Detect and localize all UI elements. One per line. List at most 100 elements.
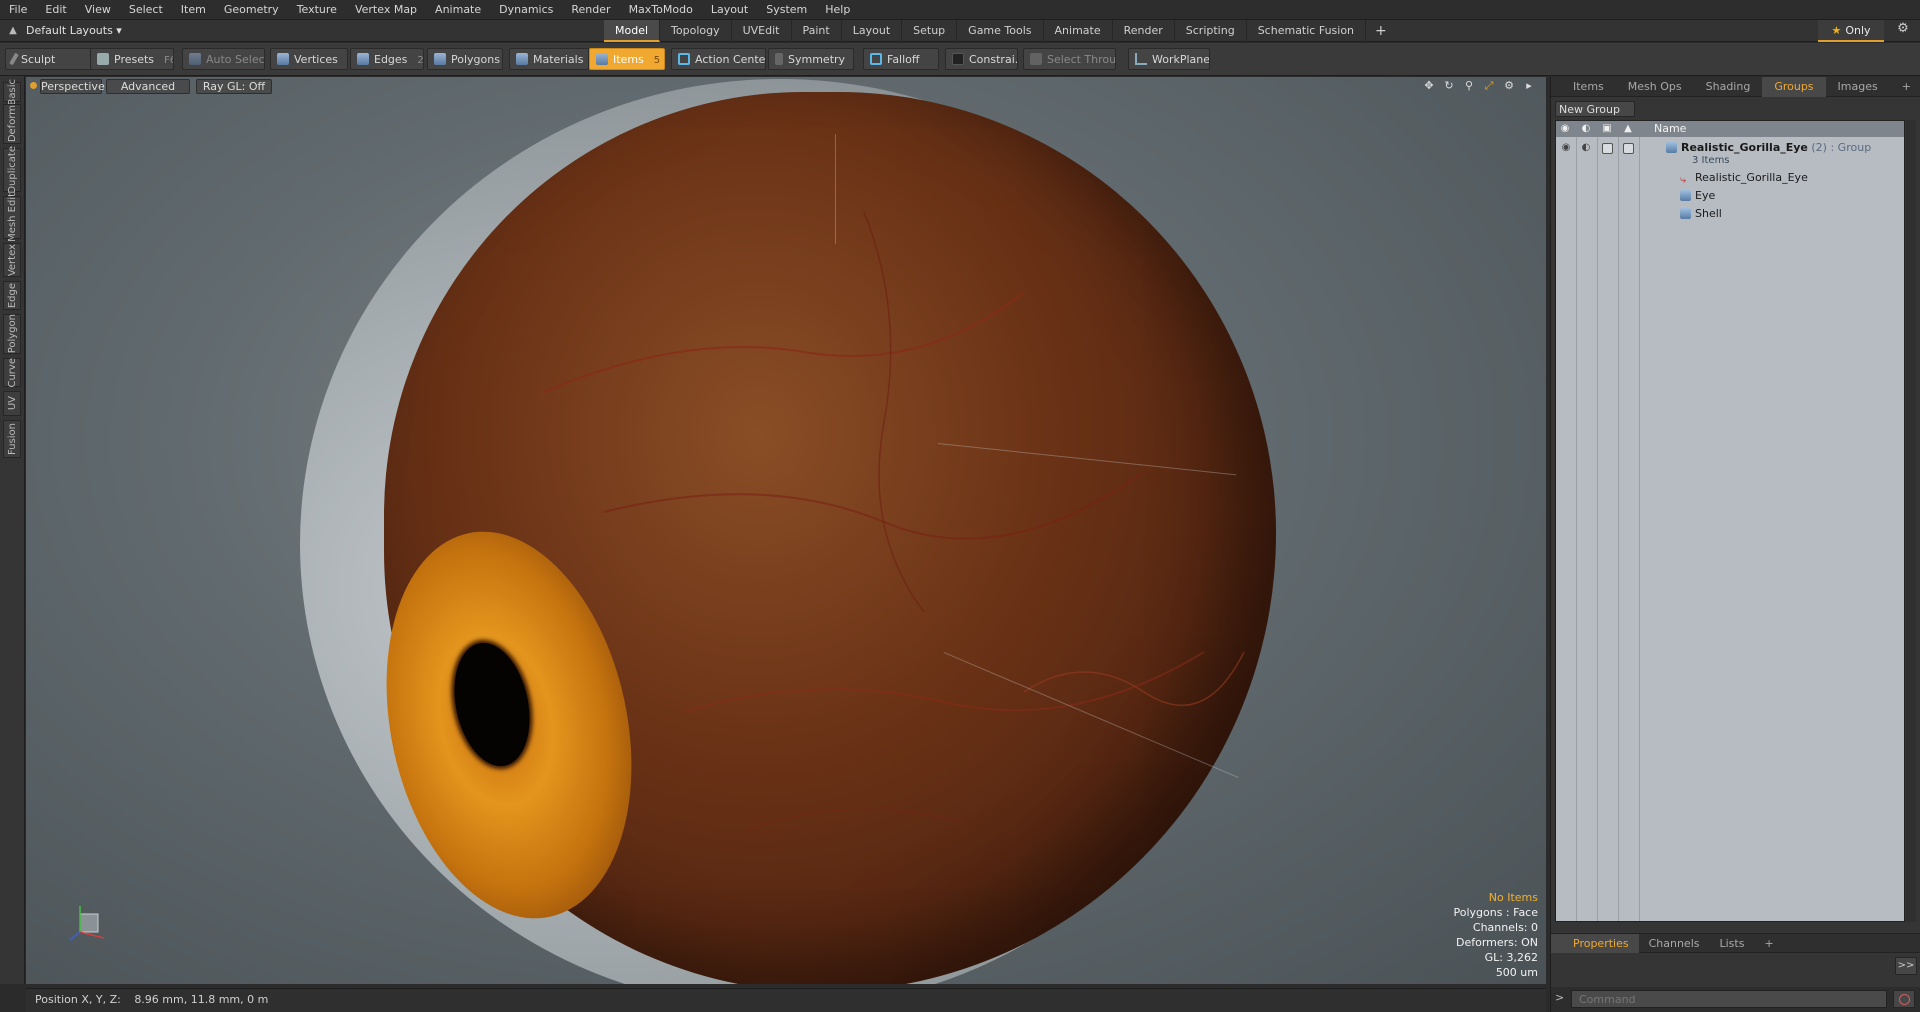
menu-item-select[interactable]: Select [120, 0, 172, 20]
left-tab-curve[interactable]: Curve [3, 358, 21, 387]
menu-item-system[interactable]: System [757, 0, 816, 20]
properties-tab-lists[interactable]: Lists [1710, 934, 1755, 953]
add-properties-tab-button[interactable]: + [1754, 934, 1783, 953]
polygons-button[interactable]: Polygons [427, 48, 503, 70]
menu-item-dynamics[interactable]: Dynamics [490, 0, 562, 20]
channels-info: Channels: 0 [1472, 921, 1538, 934]
left-tab-vertex[interactable]: Vertex [3, 243, 21, 277]
menu-item-geometry[interactable]: Geometry [215, 0, 288, 20]
select-through-button[interactable]: Select Through [1023, 48, 1116, 70]
menu-item-texture[interactable]: Texture [288, 0, 346, 20]
name-column-header: Name [1654, 122, 1687, 135]
toolbar: Sculpt PresetsF6 Auto Select Vertices1 E… [0, 43, 1920, 76]
visibility-column-icon[interactable]: ◉ [1559, 123, 1571, 135]
materials-icon [516, 53, 528, 65]
3d-viewport[interactable]: Perspective Advanced Ray GL: Off ✥ ↻ ⚲ ⤢… [26, 77, 1546, 984]
menu-item-animate[interactable]: Animate [426, 0, 490, 20]
column-divider [1576, 137, 1577, 921]
viewport-gear-icon[interactable]: ⚙ [1502, 79, 1516, 93]
menu-item-file[interactable]: File [0, 0, 36, 20]
left-tab-uv[interactable]: UV [3, 391, 21, 416]
layout-dropdown[interactable]: Default Layouts ▾ [26, 24, 136, 37]
position-label: Position X, Y, Z: [35, 993, 121, 1006]
menu-item-item[interactable]: Item [172, 0, 215, 20]
panel-tab-images[interactable]: Images [1826, 77, 1890, 97]
rotate-icon[interactable]: ↻ [1442, 79, 1456, 93]
properties-tab-properties[interactable]: Properties [1551, 933, 1639, 953]
menu-item-edit[interactable]: Edit [36, 0, 75, 20]
left-tab-deform[interactable]: Deform [3, 104, 21, 144]
left-tab-fusion[interactable]: Fusion [3, 420, 21, 458]
tab-model[interactable]: Model [604, 20, 661, 42]
auto-select-button[interactable]: Auto Select [182, 48, 265, 70]
render-column-icon[interactable]: ◐ [1580, 123, 1592, 135]
menu-item-help[interactable]: Help [816, 0, 859, 20]
menu-item-maxtomodo[interactable]: MaxToModo [620, 0, 702, 20]
panel-tab-shading[interactable]: Shading [1694, 77, 1763, 97]
tab-animate[interactable]: Animate [1044, 20, 1113, 42]
left-tab-edge[interactable]: Edge [3, 281, 21, 310]
viewport-arrow-icon[interactable]: ▸ [1522, 79, 1536, 93]
tab-render[interactable]: Render [1113, 20, 1175, 42]
new-group-button[interactable]: New Group [1555, 101, 1635, 117]
panel-tab-groups[interactable]: Groups [1762, 76, 1826, 97]
left-tab-basic[interactable]: Basic [3, 79, 21, 105]
tab-uvedit[interactable]: UVEdit [732, 20, 792, 42]
lock-column-icon[interactable]: ▣ [1601, 123, 1613, 135]
tree-scrollbar[interactable] [1906, 120, 1916, 922]
tab-setup[interactable]: Setup [902, 20, 958, 42]
left-tab-polygon[interactable]: Polygon [3, 314, 21, 354]
expand-arrows-button[interactable]: >> [1895, 957, 1917, 975]
properties-tab-channels[interactable]: Channels [1639, 934, 1710, 953]
menu-item-view[interactable]: View [76, 0, 120, 20]
gear-icon[interactable]: ⚙ [1893, 21, 1913, 41]
command-arrow-icon: > [1555, 991, 1565, 1004]
workplane-button[interactable]: WorkPlane [1128, 48, 1210, 70]
menu-bar: File Edit View Select Item Geometry Texture Ver… [0, 0, 1920, 20]
fit-icon[interactable]: ⤢ [1482, 79, 1496, 93]
zoom-icon[interactable]: ⚲ [1462, 79, 1476, 93]
tab-topology[interactable]: Topology [660, 20, 732, 42]
collapse-toggle-icon[interactable]: ▲ [0, 25, 26, 36]
select-column-icon[interactable]: ▲ [1622, 123, 1634, 135]
tab-paint[interactable]: Paint [792, 20, 842, 42]
falloff-button[interactable]: Falloff [863, 48, 939, 70]
raygl-button[interactable]: Ray GL: Off [196, 79, 272, 94]
workplane-grid-line [835, 134, 836, 244]
panel-tab-mesh-ops[interactable]: Mesh Ops [1616, 77, 1694, 97]
tree-row-shell[interactable]: Shell [1556, 205, 1904, 223]
add-panel-tab-button[interactable]: + [1890, 77, 1920, 97]
left-tab-mesh-edit[interactable]: Mesh Edit [3, 193, 21, 242]
items-button[interactable]: Items 5 [589, 48, 665, 70]
left-tab-duplicate[interactable]: Duplicate [3, 146, 21, 194]
status-bar: Position X, Y, Z: 8.96 mm, 11.8 mm, 0 m [26, 988, 1546, 1012]
menu-item-layout[interactable]: Layout [702, 0, 757, 20]
only-button[interactable]: ★ Only [1818, 20, 1884, 42]
constraints-button[interactable]: Constrai... [945, 48, 1018, 70]
tab-game-tools[interactable]: Game Tools [957, 20, 1044, 42]
tab-schematic-fusion[interactable]: Schematic Fusion [1247, 20, 1367, 42]
select-through-icon [1030, 53, 1042, 65]
menu-item-render[interactable]: Render [562, 0, 619, 20]
perspective-button[interactable]: Perspective [40, 79, 105, 94]
left-tool-tabs: Basic Deform Duplicate Mesh Edit Vertex Edge P… [0, 76, 25, 984]
tab-layout[interactable]: Layout [842, 20, 903, 42]
command-input[interactable] [1571, 990, 1887, 1008]
tree-row-locator[interactable]: ⤷ Realistic_Gorilla_Eye [1556, 169, 1904, 187]
panel-tab-items[interactable]: Items [1551, 77, 1616, 97]
sculpt-button[interactable]: Sculpt [5, 48, 93, 70]
vertices-button[interactable]: Vertices1 [270, 48, 348, 70]
record-button[interactable] [1893, 990, 1915, 1008]
action-center-button[interactable]: Action Center [671, 48, 766, 70]
pan-icon[interactable]: ✥ [1422, 79, 1436, 93]
menu-item-vertex-map[interactable]: Vertex Map [346, 0, 426, 20]
tab-scripting[interactable]: Scripting [1175, 20, 1247, 42]
tree-row-eye[interactable]: Eye [1556, 187, 1904, 205]
edges-icon [357, 53, 369, 65]
presets-button[interactable]: PresetsF6 [90, 48, 174, 70]
materials-button[interactable]: Materials [509, 48, 589, 70]
add-layout-tab-button[interactable]: + [1366, 20, 1396, 42]
symmetry-button[interactable]: Symmetry [768, 48, 854, 70]
shading-button[interactable]: Advanced [106, 79, 190, 94]
edges-button[interactable]: Edges 2 [350, 48, 424, 70]
